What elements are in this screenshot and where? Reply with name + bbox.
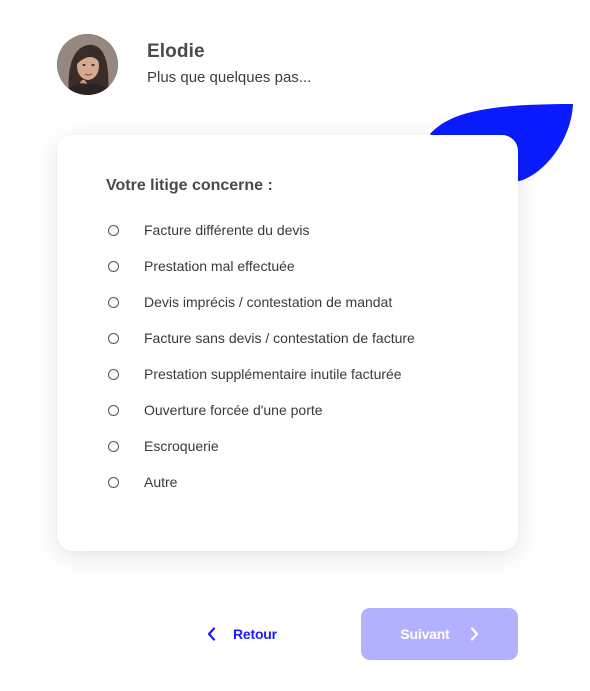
back-button-label: Retour — [233, 626, 277, 642]
radio-button[interactable] — [108, 260, 119, 272]
back-button[interactable]: Retour — [207, 620, 277, 648]
next-button-label: Suivant — [400, 626, 450, 642]
option-prestation-mal-effectuee[interactable]: Prestation mal effectuée — [106, 248, 415, 284]
radio-button[interactable] — [108, 440, 119, 452]
agent-name: Elodie — [147, 41, 205, 62]
dispute-options-list: Facture différente du devis Prestation m… — [106, 212, 415, 500]
option-label: Devis imprécis / contestation de mandat — [144, 294, 393, 310]
radio-button[interactable] — [108, 332, 119, 344]
radio-button[interactable] — [108, 476, 119, 488]
question-title: Votre litige concerne : — [106, 177, 273, 194]
radio-button[interactable] — [108, 224, 119, 236]
option-prestation-supplementaire[interactable]: Prestation supplémentaire inutile factur… — [106, 356, 415, 392]
radio-button[interactable] — [108, 404, 119, 416]
chevron-right-icon — [470, 627, 479, 641]
option-escroquerie[interactable]: Escroquerie — [106, 428, 415, 464]
chevron-left-icon — [207, 627, 216, 641]
dispute-type-card: Votre litige concerne : Facture différen… — [57, 135, 518, 551]
next-button[interactable]: Suivant — [361, 608, 518, 660]
radio-button[interactable] — [108, 296, 119, 308]
option-label: Facture différente du devis — [144, 222, 310, 238]
option-facture-sans-devis[interactable]: Facture sans devis / contestation de fac… — [106, 320, 415, 356]
option-label: Escroquerie — [144, 438, 219, 454]
radio-button[interactable] — [108, 368, 119, 380]
option-facture-differente[interactable]: Facture différente du devis — [106, 212, 415, 248]
option-label: Autre — [144, 474, 178, 490]
option-label: Prestation mal effectuée — [144, 258, 295, 274]
option-label: Prestation supplémentaire inutile factur… — [144, 366, 402, 382]
option-label: Facture sans devis / contestation de fac… — [144, 330, 415, 346]
option-ouverture-forcee[interactable]: Ouverture forcée d'une porte — [106, 392, 415, 428]
avatar — [57, 34, 118, 95]
option-devis-imprecis[interactable]: Devis imprécis / contestation de mandat — [106, 284, 415, 320]
agent-subtitle: Plus que quelques pas... — [147, 69, 312, 86]
page: Elodie Plus que quelques pas... Votre li… — [0, 0, 590, 691]
option-label: Ouverture forcée d'une porte — [144, 402, 323, 418]
option-autre[interactable]: Autre — [106, 464, 415, 500]
